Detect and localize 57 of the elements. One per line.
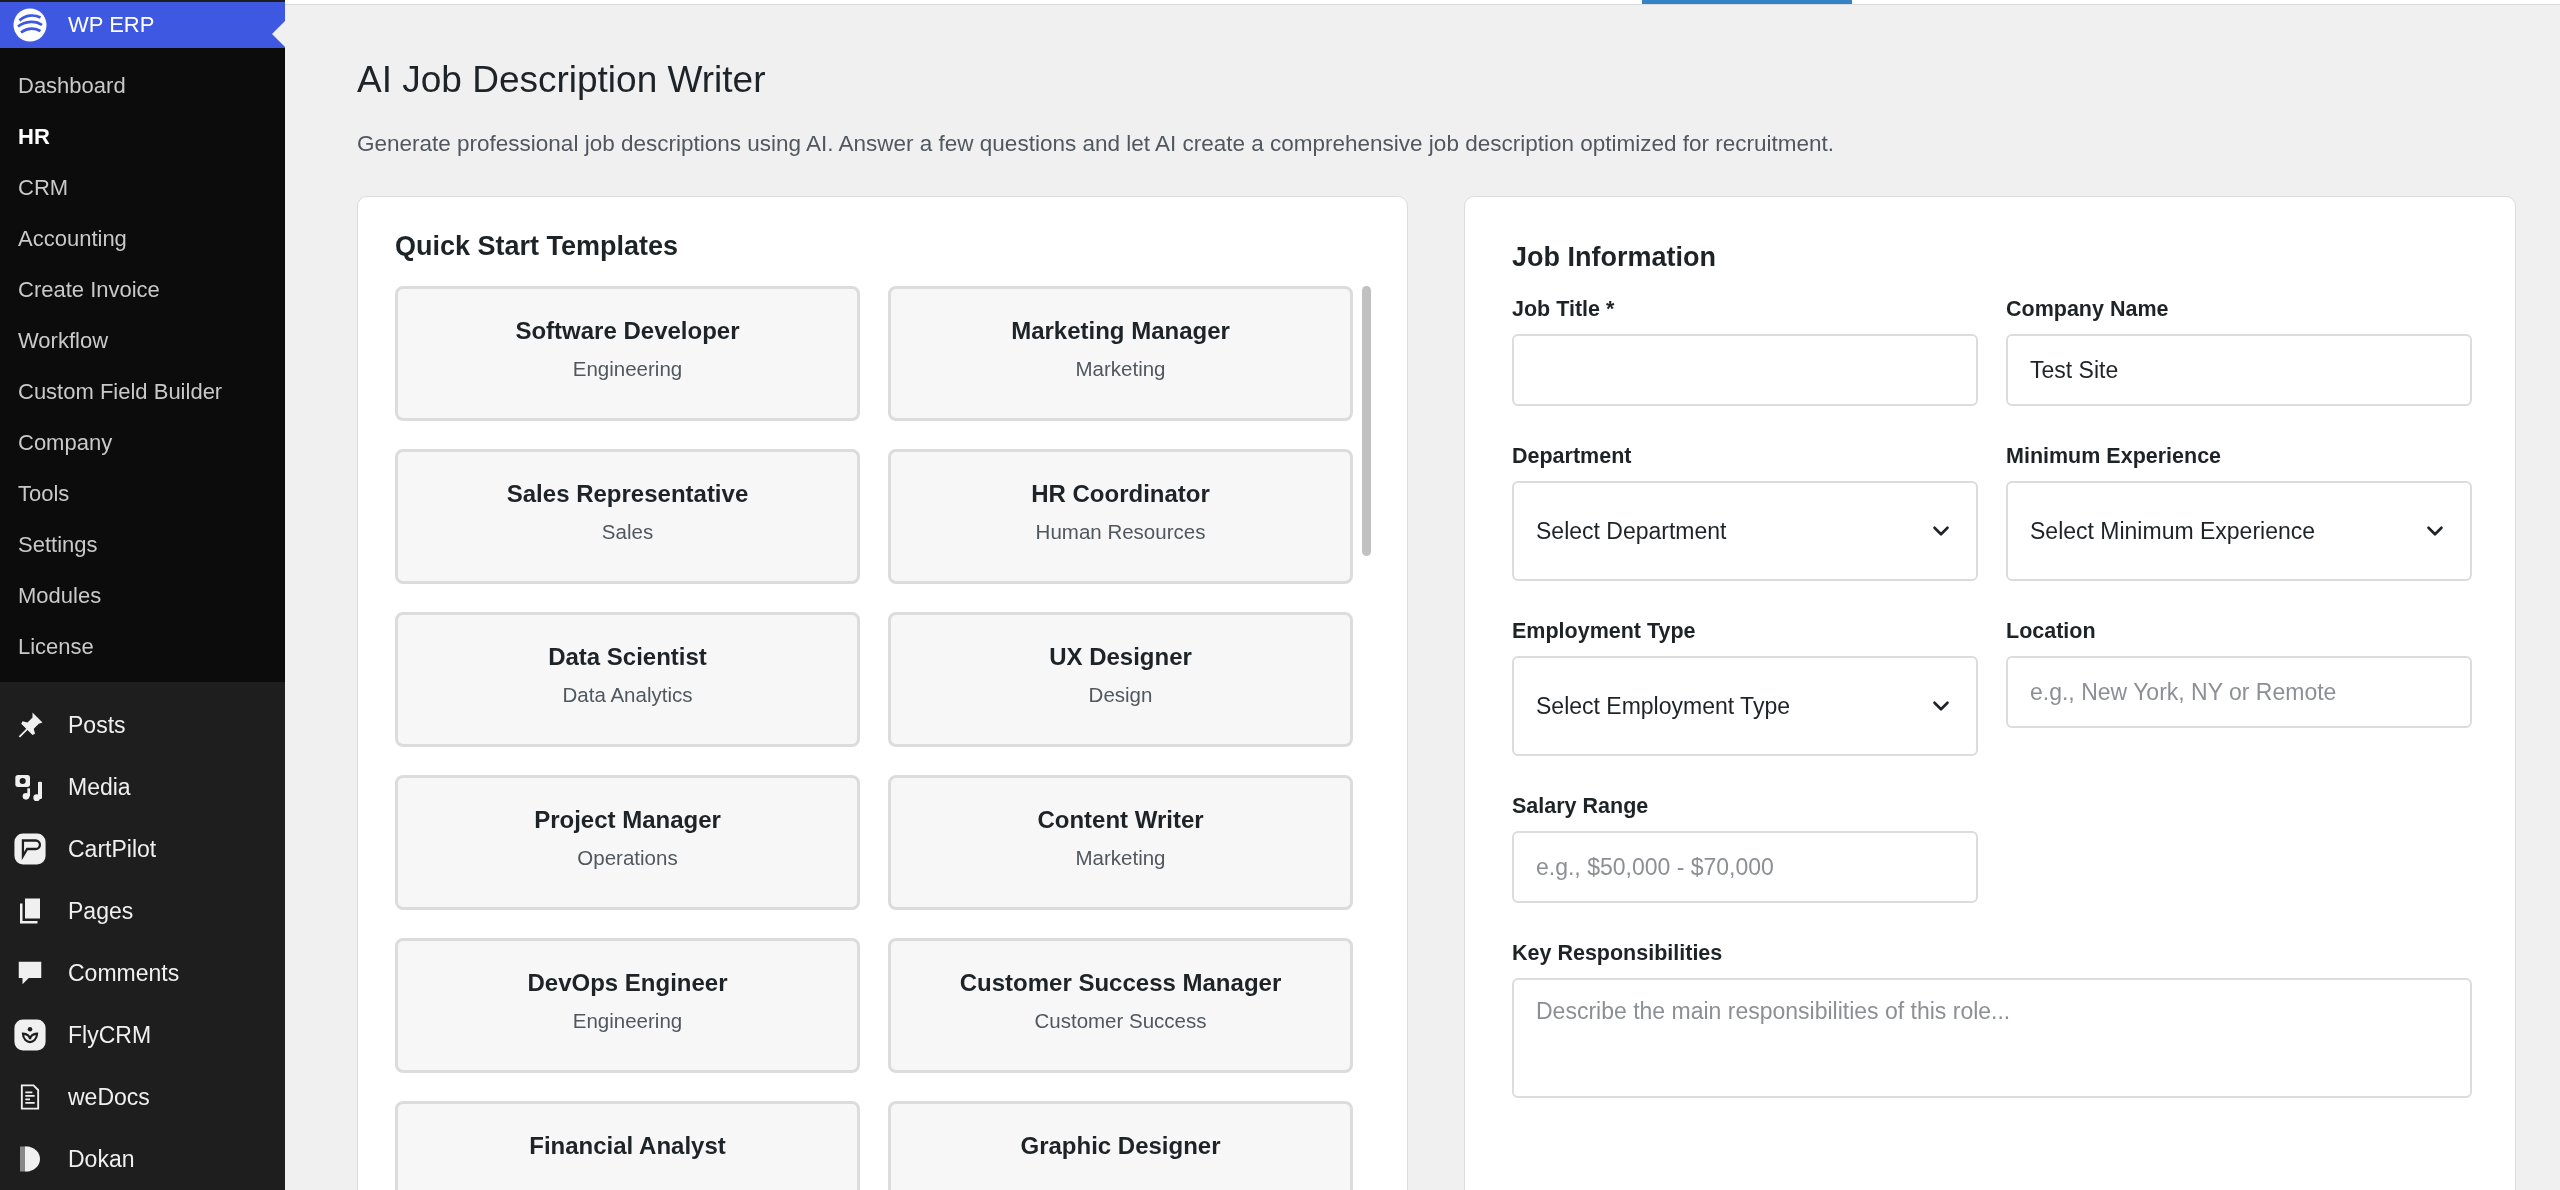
template-card[interactable]: UX Designer Design [888,612,1353,747]
template-card[interactable]: Marketing Manager Marketing [888,286,1353,421]
submenu-item[interactable]: Accounting [0,213,285,264]
submenu-item[interactable]: CRM [0,162,285,213]
menu-item[interactable]: CartPilot [0,818,285,880]
menu-item[interactable]: FlyCRM [0,1004,285,1066]
scrollbar-thumb[interactable] [1362,286,1371,556]
template-card[interactable]: Graphic Designer [888,1101,1353,1190]
brand-menu-item[interactable]: WP ERP [0,2,285,48]
submenu-item[interactable]: License [0,621,285,672]
submenu-item[interactable]: Tools [0,468,285,519]
globe-logo-icon [12,7,48,43]
field-label: Company Name [2006,297,2170,322]
submenu-item[interactable]: Modules [0,570,285,621]
field-label: Job Title * [1512,297,1616,322]
template-card[interactable]: HR Coordinator Human Resources [888,449,1353,584]
menu-item[interactable]: Pages [0,880,285,942]
menu-item[interactable]: Dokan [0,1128,285,1190]
template-card[interactable]: DevOps Engineer Engineering [395,938,860,1073]
field-label: Location [2006,619,2097,644]
input-field[interactable] [1512,334,1978,406]
submenu-item[interactable]: Create Invoice [0,264,285,315]
menu-item[interactable]: Media [0,756,285,818]
template-card[interactable]: Sales Representative Sales [395,449,860,584]
select-dropdown[interactable]: Select Minimum Experience [2006,481,2472,581]
template-card[interactable]: Financial Analyst [395,1101,860,1190]
field-label: Department [1512,444,1633,469]
field-label: Salary Range [1512,794,1650,819]
text-area[interactable]: Describe the main responsibilities of this role... [1512,978,2472,1098]
field-label: Minimum Experience [2006,444,2223,469]
template-card[interactable]: Content Writer Marketing [888,775,1353,910]
submenu-item[interactable]: Workflow [0,315,285,366]
submenu-item[interactable]: Custom Field Builder [0,366,285,417]
template-card[interactable]: Project Manager Operations [395,775,860,910]
template-card[interactable]: Software Developer Engineering [395,286,860,421]
input-field[interactable]: Test Site [2006,334,2472,406]
template-card[interactable]: Data Scientist Data Analytics [395,612,860,747]
submenu-item[interactable]: HR [0,111,285,162]
submenu-item[interactable]: Company [0,417,285,468]
submenu-item[interactable]: Settings [0,519,285,570]
menu-item[interactable]: Comments [0,942,285,1004]
chat-bubble-icon [13,832,47,866]
card-title: Job Information [1512,242,1717,273]
leaf-logo-icon [13,1018,47,1052]
select-dropdown[interactable]: Select Employment Type [1512,656,1978,756]
select-dropdown[interactable]: Select Department [1512,481,1978,581]
input-field[interactable]: e.g., New York, NY or Remote [2006,656,2472,728]
field-label: Key Responsibilities [1512,941,1724,966]
card-title: Quick Start Templates [395,231,680,262]
menu-item[interactable]: weDocs [0,1066,285,1128]
page-title: AI Job Description Writer [357,59,767,101]
template-card[interactable]: Customer Success Manager Customer Success [888,938,1353,1073]
field-label: Employment Type [1512,619,1697,644]
menu-item[interactable]: Posts [0,694,285,756]
page-description: Generate professional job descriptions using AI. Answer a few questions and let AI create a comprehensive job description optimized for recruitment. [357,131,1836,157]
input-field[interactable]: e.g., $50,000 - $70,000 [1512,831,1978,903]
submenu-item[interactable]: Dashboard [0,60,285,111]
